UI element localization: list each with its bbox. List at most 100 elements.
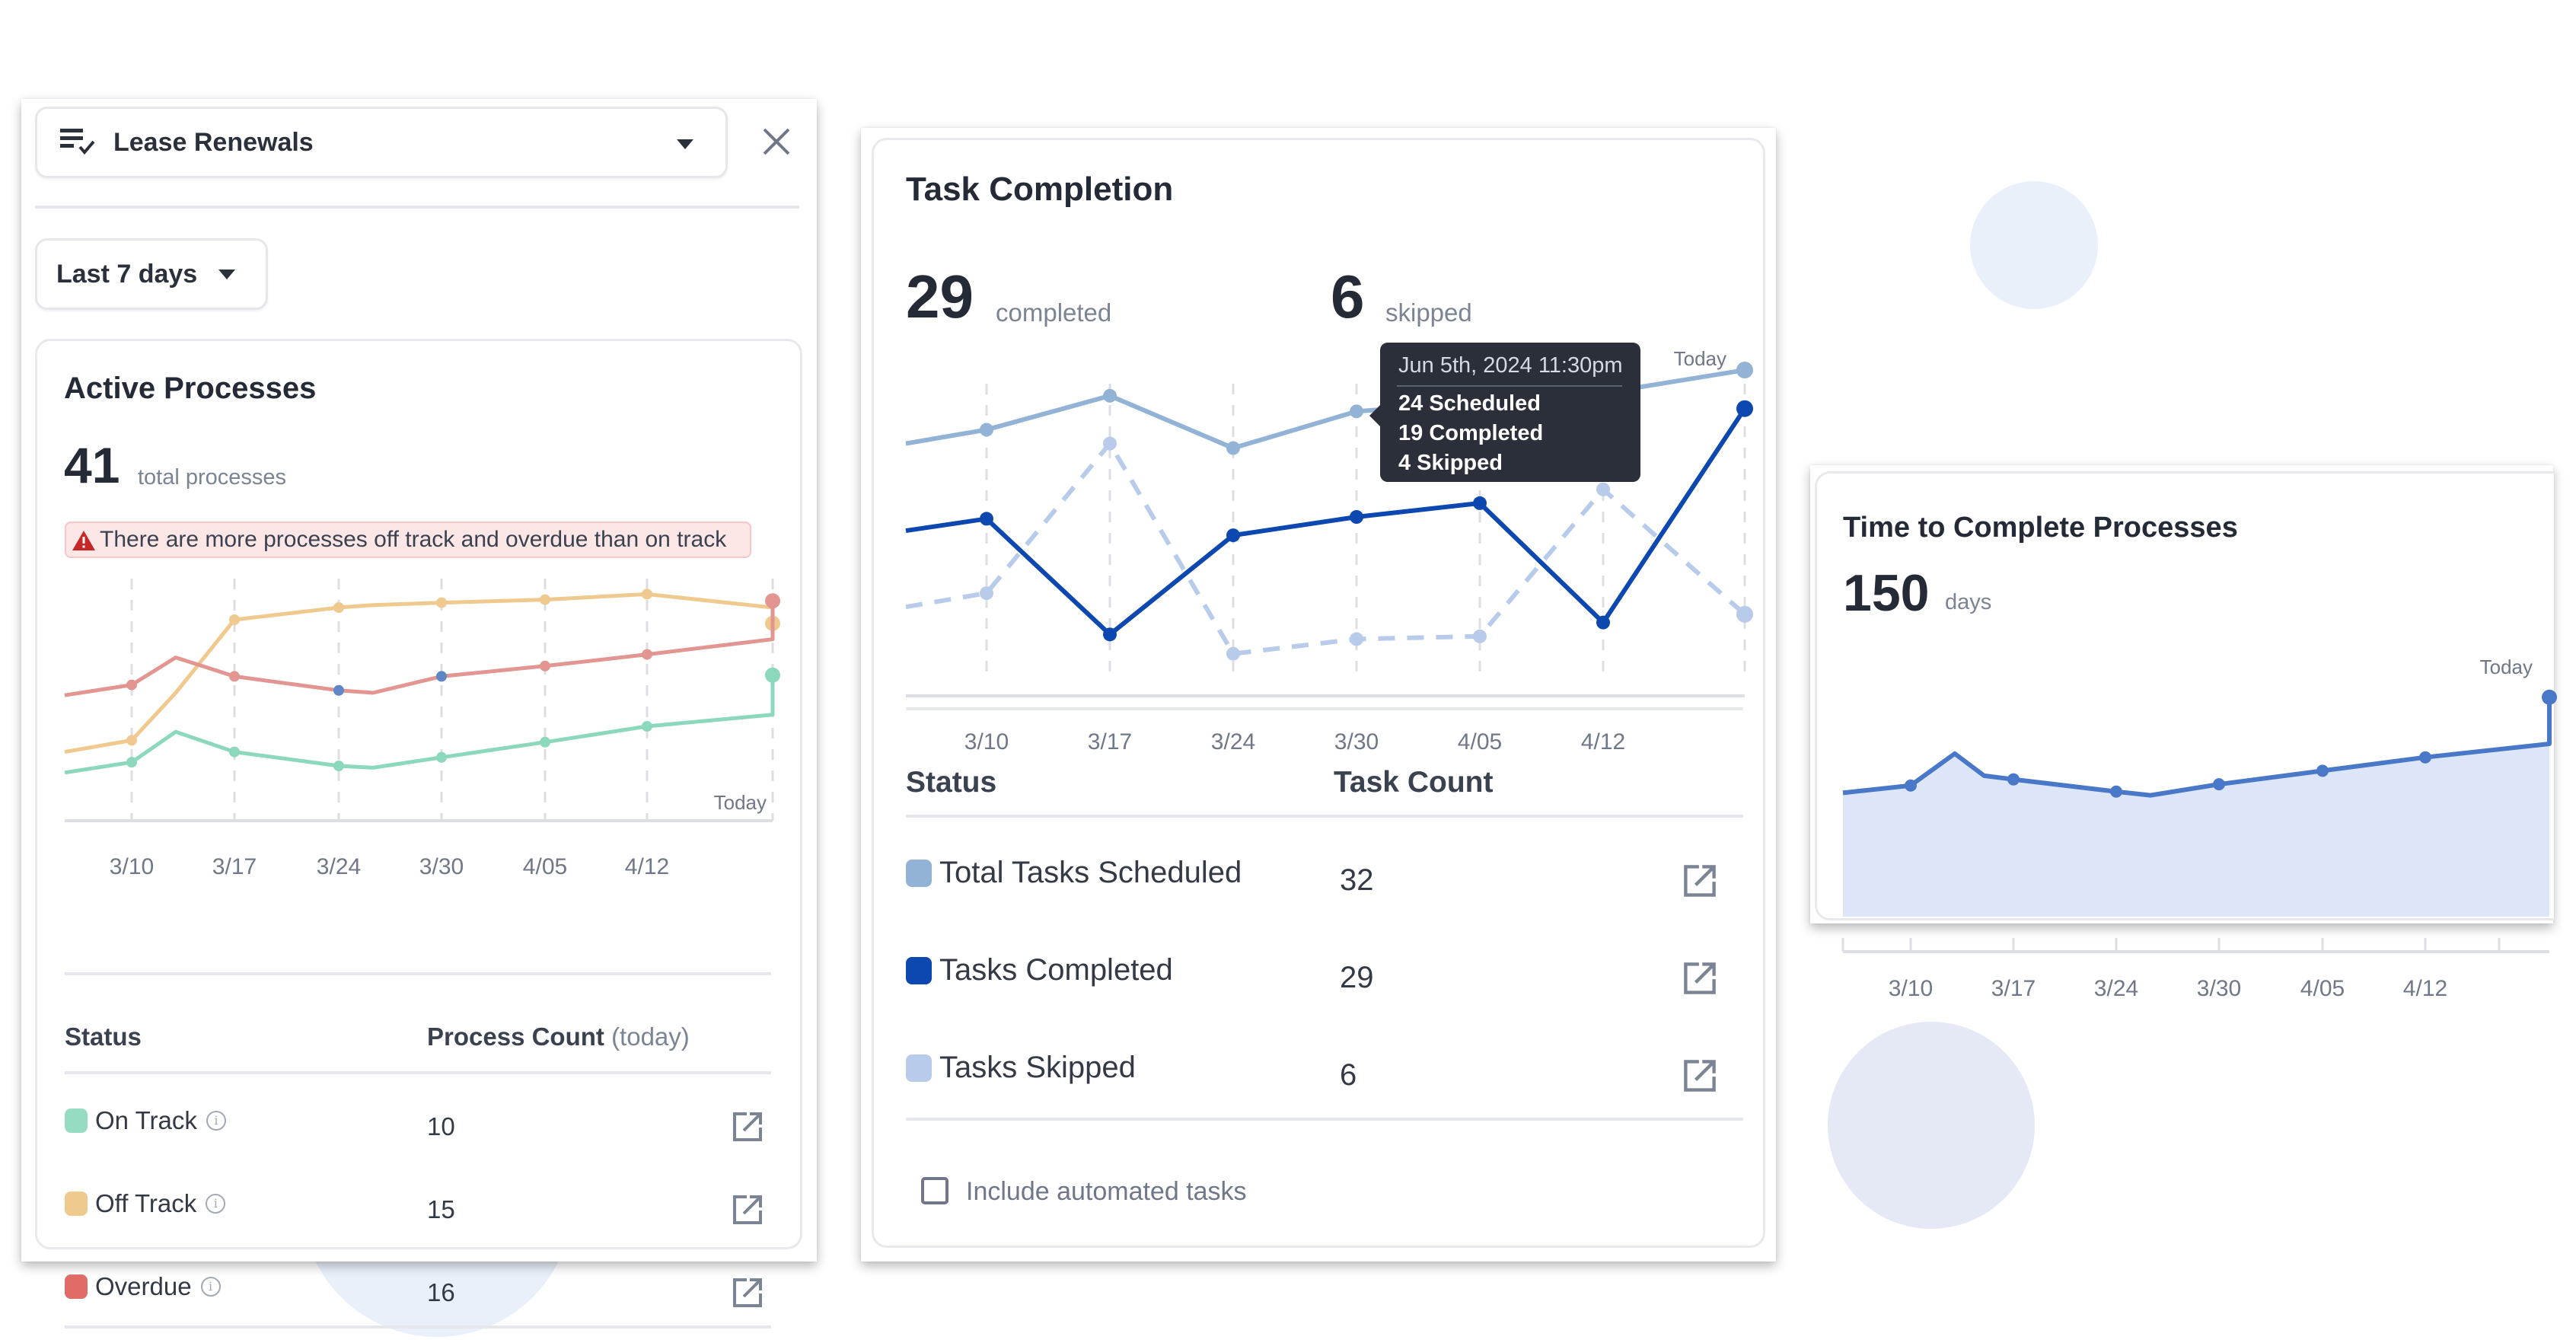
x-tick-label: 3/17 [1991, 976, 2036, 1001]
table-row: On Track i 10 [65, 1106, 773, 1152]
today-label: Today [714, 791, 767, 814]
today-label: Today [2480, 656, 2533, 678]
x-tick-label: 4/05 [1458, 729, 1502, 754]
data-point [126, 735, 137, 746]
divider [906, 707, 1743, 710]
data-point [540, 594, 550, 605]
date-range-value: Last 7 days [56, 260, 198, 289]
include-automated-checkbox[interactable] [921, 1177, 948, 1204]
divider [65, 972, 771, 975]
x-tick-label: 4/12 [625, 854, 669, 879]
skipped-swatch [906, 1054, 932, 1082]
divider [35, 206, 799, 209]
data-point [1226, 528, 1240, 543]
completed-unit: completed [996, 298, 1112, 327]
chevron-down-icon [677, 139, 693, 149]
table-row: Overdue i 16 [65, 1272, 773, 1318]
tooltip-line: 19 Completed [1398, 421, 1544, 445]
completed-swatch [906, 956, 932, 984]
divider [906, 815, 1743, 818]
status-label: Total Tasks Scheduled [939, 856, 1242, 889]
data-point [2316, 764, 2329, 777]
tooltip-line: 24 Scheduled [1398, 391, 1541, 416]
x-tick-label: 3/10 [1889, 976, 1933, 1001]
time-unit: days [1945, 590, 1992, 614]
external-link-icon[interactable] [732, 1194, 764, 1226]
data-point [126, 679, 137, 691]
process-count: 16 [427, 1278, 455, 1306]
data-point [1736, 605, 1753, 623]
background-circle [1970, 181, 2098, 309]
tooltip-divider [1397, 385, 1622, 387]
scheduled-swatch [906, 859, 932, 887]
alert-text: There are more processes off track and o… [100, 527, 727, 552]
data-point [1473, 629, 1487, 643]
skipped-value: 6 [1331, 263, 1365, 330]
process-select[interactable]: Lease Renewals [35, 107, 728, 178]
data-point [765, 593, 780, 609]
external-link-icon[interactable] [1682, 961, 1717, 996]
table-row: Total Tasks Scheduled 32 [906, 856, 1743, 904]
data-point [1596, 482, 1610, 496]
data-point [436, 671, 447, 682]
status-label: On Track [95, 1106, 197, 1134]
external-link-icon[interactable] [1682, 863, 1717, 898]
x-tick-label: 4/05 [523, 854, 567, 879]
data-point [1596, 615, 1610, 630]
x-tick-label: 3/30 [1334, 729, 1379, 754]
external-link-icon[interactable] [732, 1277, 764, 1309]
data-point [229, 671, 240, 682]
date-range-select[interactable]: Last 7 days [35, 238, 268, 310]
external-link-icon[interactable] [732, 1111, 764, 1143]
x-tick-label: 3/10 [964, 729, 1009, 754]
data-point [229, 746, 240, 758]
skipped-unit: skipped [1385, 298, 1472, 327]
task-completion-panel: Task Completion 29 completed 6 skipped 3… [861, 128, 1776, 1262]
completed-value: 29 [906, 263, 974, 330]
data-point [2542, 689, 2557, 705]
data-point [2110, 785, 2122, 798]
alert-banner: There are more processes off track and o… [65, 522, 751, 558]
time-to-complete-card: Time to Complete Processes 150 days 3/10… [1815, 471, 2557, 1001]
task-count: 32 [1340, 863, 1374, 897]
checklist-icon [60, 129, 95, 155]
divider [65, 1325, 771, 1329]
status-column-header: Status [65, 1022, 142, 1051]
today-label: Today [1674, 347, 1726, 370]
total-processes-value: 41 [64, 437, 120, 493]
total-processes-unit: total processes [138, 465, 287, 490]
info-icon[interactable]: i [206, 1111, 226, 1131]
count-column-header: Process Count (today) [427, 1022, 690, 1051]
include-automated-label[interactable]: Include automated tasks [966, 1177, 1247, 1207]
divider [906, 1118, 1743, 1121]
data-point [642, 589, 652, 600]
data-point [229, 614, 240, 625]
tooltip-date: Jun 5th, 2024 11:30pm [1398, 353, 1623, 378]
data-point [333, 684, 344, 696]
divider [65, 1071, 771, 1074]
tooltip-line: 4 Skipped [1398, 451, 1503, 475]
status-label: Overdue [95, 1272, 192, 1300]
active-processes-chart: 3/10 3/17 3/24 3/30 4/05 4/12 Today [64, 579, 780, 879]
status-column-header: Status [906, 766, 997, 799]
x-tick-label: 3/17 [212, 854, 257, 879]
data-point [1350, 404, 1363, 419]
process-select-value: Lease Renewals [113, 128, 314, 157]
external-link-icon[interactable] [1682, 1058, 1717, 1093]
series-line-on-track [64, 675, 775, 775]
data-point [1350, 632, 1363, 646]
info-icon[interactable]: i [200, 1277, 221, 1297]
time-to-complete-chart: 3/10 3/17 3/24 3/30 4/05 4/12 Today [1841, 656, 2557, 1001]
data-point [126, 757, 137, 768]
process-count: 10 [427, 1112, 455, 1140]
task-completion-card: Task Completion 29 completed 6 skipped 3… [872, 138, 1765, 1248]
x-tick-label: 4/12 [2403, 976, 2447, 1001]
data-point [642, 721, 652, 732]
background-circle [1828, 1022, 2035, 1229]
active-processes-card: Active Processes 41 total processes Ther… [35, 339, 802, 1329]
data-point [540, 736, 550, 748]
info-icon[interactable]: i [206, 1194, 226, 1214]
data-point [436, 751, 447, 763]
data-point [2007, 773, 2020, 786]
close-icon[interactable] [763, 128, 790, 155]
